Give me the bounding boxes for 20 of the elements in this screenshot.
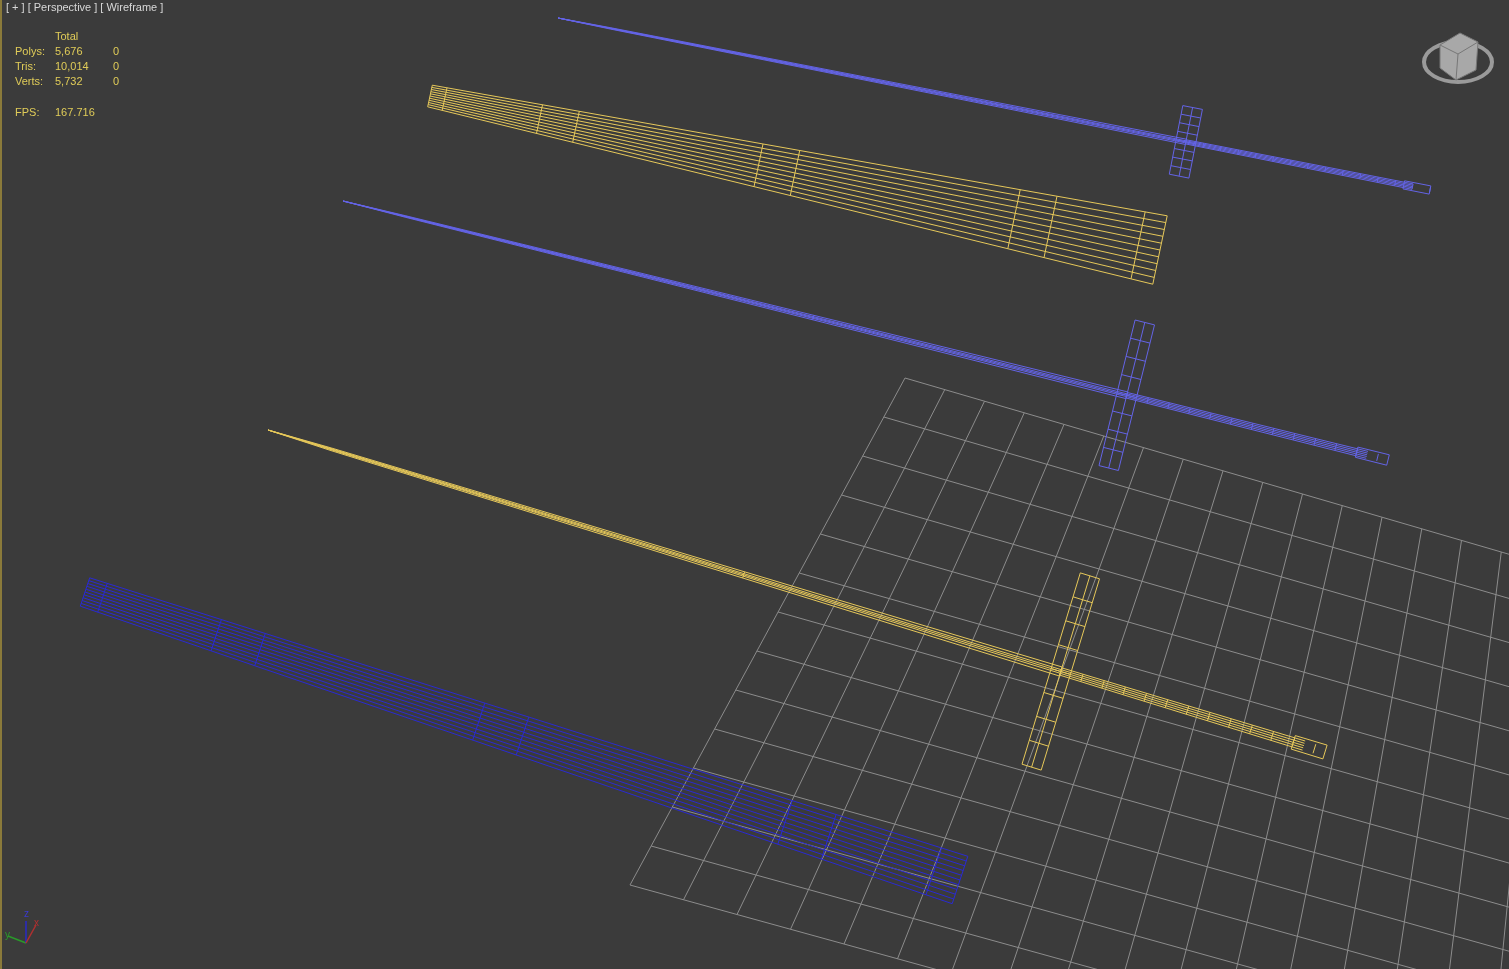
stat-label: Tris: [15, 60, 37, 72]
axis-label: z [24, 909, 29, 919]
viewport-menu-label[interactable]: [ Wireframe ] [100, 1, 164, 13]
stats-header: Total [55, 30, 80, 42]
stat-total: 5,676 [55, 45, 84, 57]
axis-label: y [5, 930, 10, 940]
fps-label: FPS: [15, 106, 41, 118]
viewport-menu-label[interactable]: [ + ] [6, 1, 25, 13]
stat-selected: 0 [113, 45, 121, 57]
stat-selected: 0 [113, 60, 121, 72]
view-cube-icon[interactable] [1422, 32, 1494, 84]
viewport-menu-label[interactable]: [ Perspective ] [27, 1, 98, 13]
axis-label: x [34, 918, 39, 928]
stat-total: 5,732 [55, 75, 84, 87]
fps-value: 167.716 [55, 106, 96, 118]
stat-total: 10,014 [55, 60, 90, 72]
stat-selected: 0 [113, 75, 121, 87]
axis-tripod-icon [7, 920, 37, 944]
stat-label: Polys: [15, 45, 46, 57]
stat-label: Verts: [15, 75, 45, 87]
